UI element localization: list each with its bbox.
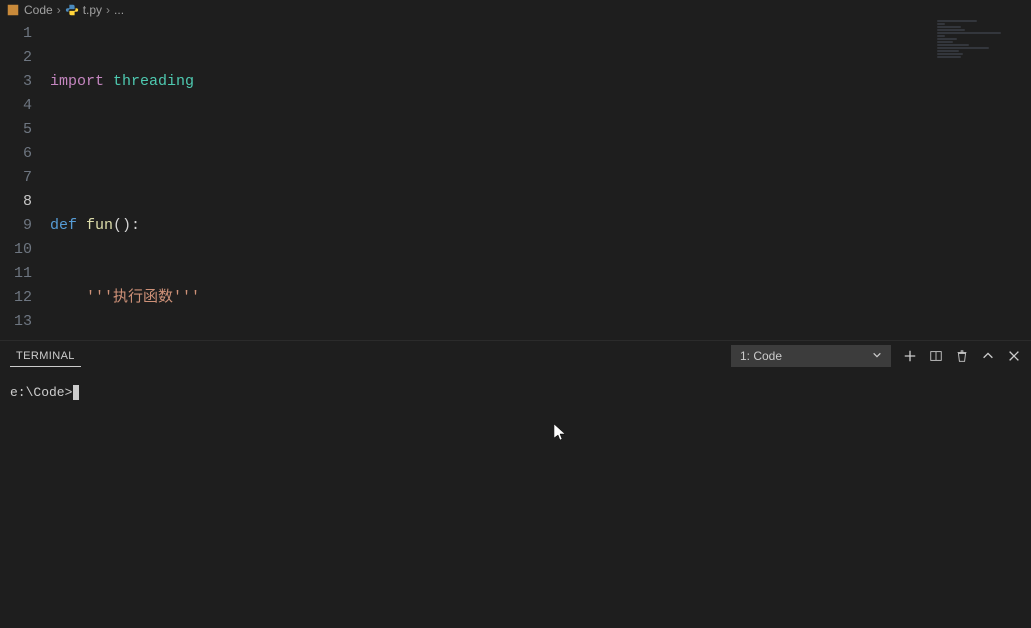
- line-gutter: 1 2 3 4 5 6 7 8 9 10 11 12 13: [0, 20, 50, 340]
- chevron-right-icon: ›: [106, 3, 110, 17]
- code-content[interactable]: import threading def fun(): '''执行函数''' p…: [50, 20, 1031, 340]
- breadcrumb-root[interactable]: Code: [24, 3, 53, 17]
- python-icon: [65, 3, 79, 17]
- tab-terminal[interactable]: TERMINAL: [10, 346, 81, 367]
- terminal-prompt: e:\Code>: [10, 385, 72, 400]
- split-terminal-button[interactable]: [929, 349, 943, 363]
- terminal-body[interactable]: e:\Code>: [0, 367, 1031, 628]
- maximize-panel-button[interactable]: [981, 349, 995, 363]
- close-panel-button[interactable]: [1007, 349, 1021, 363]
- terminal-selector[interactable]: 1: Code: [731, 345, 891, 367]
- code-file-icon: [6, 3, 20, 17]
- terminal-panel: TERMINAL 1: Code: [0, 340, 1031, 628]
- chevron-down-icon: [872, 349, 882, 363]
- kill-terminal-button[interactable]: [955, 349, 969, 363]
- editor-area[interactable]: 1 2 3 4 5 6 7 8 9 10 11 12 13 import thr…: [0, 20, 1031, 340]
- breadcrumb: Code › t.py › ...: [0, 0, 1031, 20]
- breadcrumb-more[interactable]: ...: [114, 3, 124, 17]
- chevron-right-icon: ›: [57, 3, 61, 17]
- breadcrumb-file[interactable]: t.py: [83, 3, 102, 17]
- terminal-cursor: [73, 385, 79, 400]
- new-terminal-button[interactable]: [903, 349, 917, 363]
